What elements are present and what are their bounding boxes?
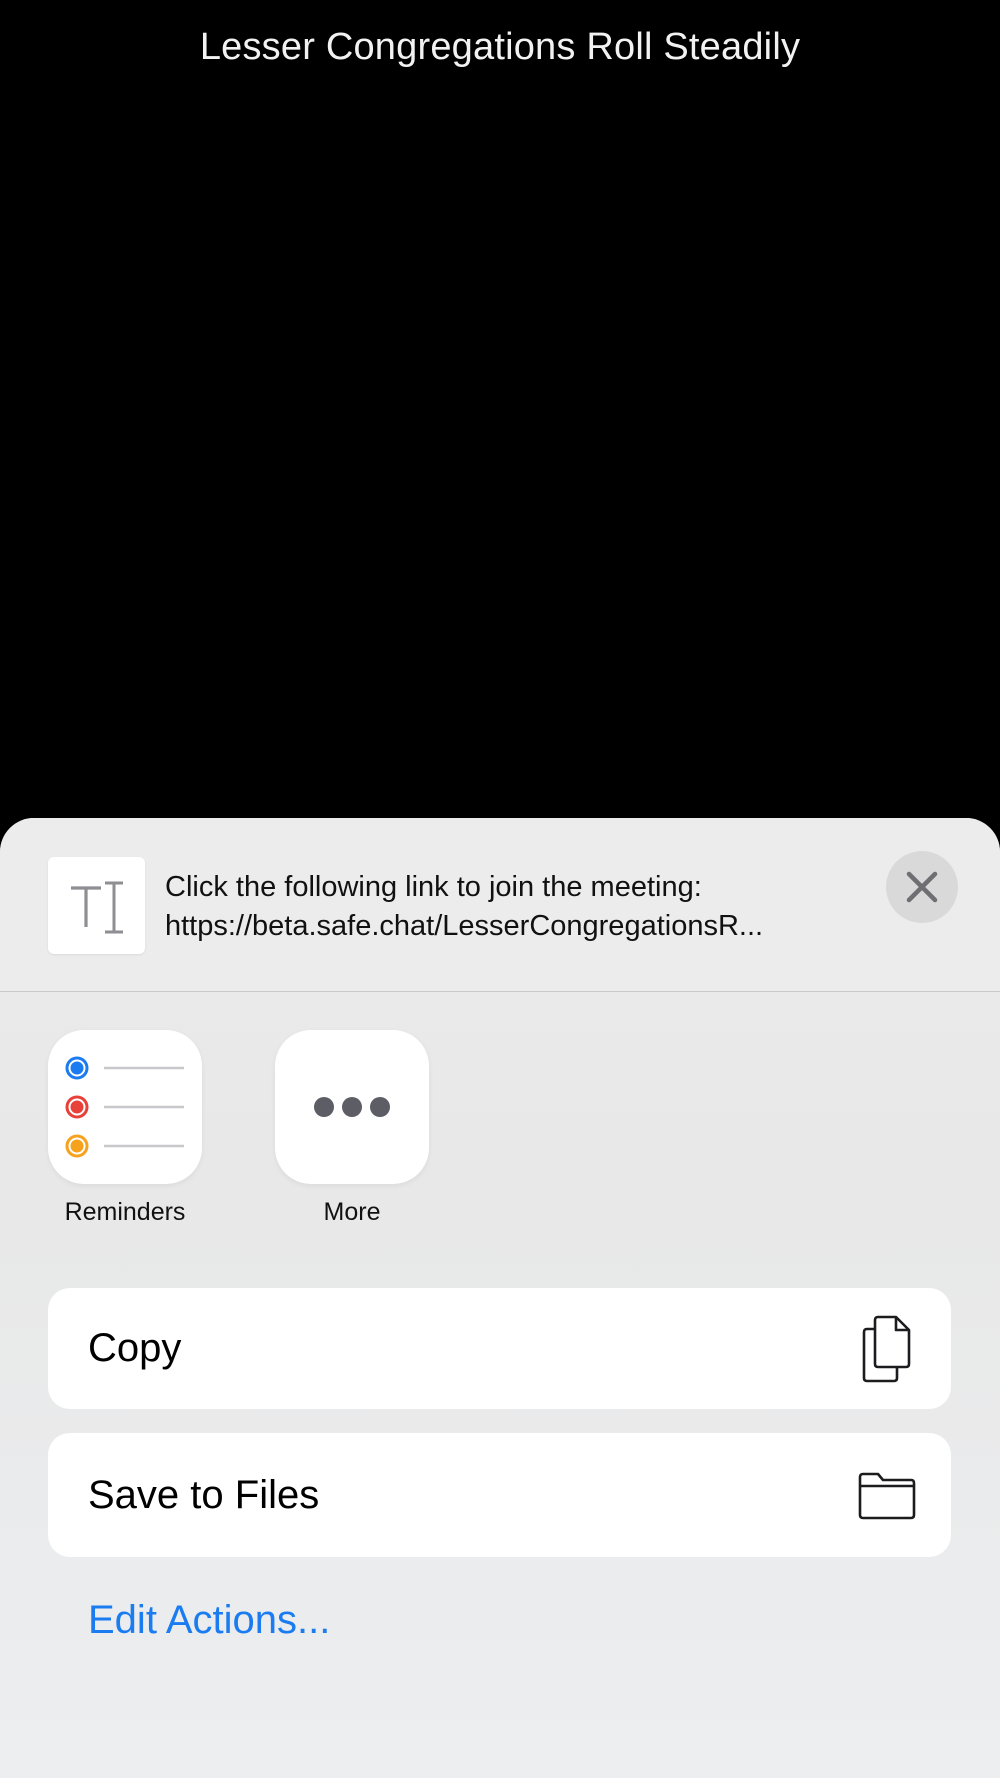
share-sheet: Click the following link to join the mee…: [0, 818, 1000, 1778]
reminders-app-button[interactable]: [48, 1030, 202, 1184]
copy-action-label: Copy: [88, 1326, 182, 1370]
share-preview-line2: https://beta.safe.chat/LesserCongregatio…: [165, 910, 764, 942]
text-document-icon: [48, 857, 145, 954]
folder-icon: [858, 1472, 916, 1520]
close-button[interactable]: [886, 851, 958, 923]
more-icon: [314, 1097, 390, 1117]
save-to-files-action-row[interactable]: Save to Files: [48, 1433, 951, 1557]
share-preview-text: Click the following link to join the mee…: [165, 868, 865, 946]
edit-actions-link[interactable]: Edit Actions...: [88, 1598, 330, 1643]
more-app-button[interactable]: [275, 1030, 429, 1184]
copy-action-row[interactable]: Copy: [48, 1288, 951, 1409]
reminders-app-label: Reminders: [64, 1198, 186, 1226]
share-preview-line1: Click the following link to join the mee…: [165, 871, 702, 903]
meeting-title: Lesser Congregations Roll Steadily: [199, 26, 801, 68]
reminders-icon: [65, 1056, 184, 1158]
screen: Lesser Congregations Roll Steadily Click…: [0, 0, 1000, 1778]
close-icon: [906, 871, 938, 903]
share-preview-header: Click the following link to join the mee…: [0, 818, 1000, 992]
copy-icon: [862, 1315, 911, 1383]
more-app-label: More: [323, 1198, 381, 1226]
save-to-files-action-label: Save to Files: [88, 1473, 320, 1517]
